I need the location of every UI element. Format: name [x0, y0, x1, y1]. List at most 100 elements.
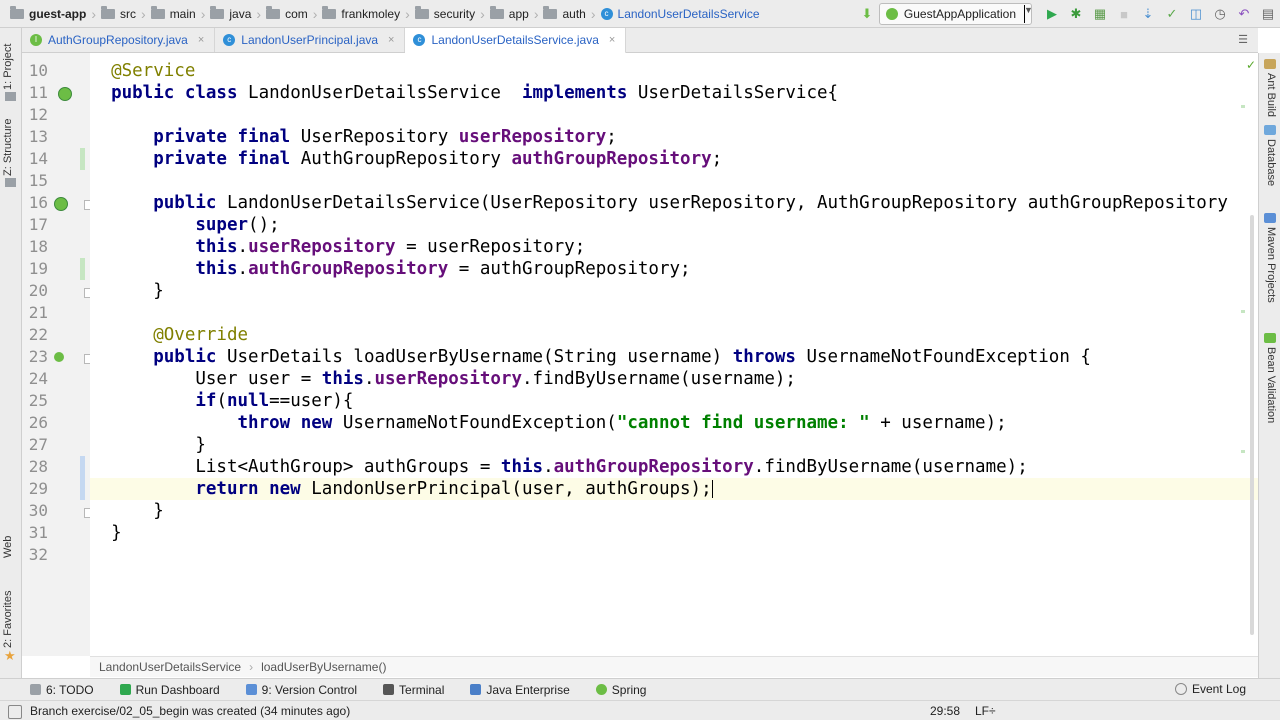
todo-tool-button[interactable]: 6: TODO — [30, 683, 94, 697]
run-dashboard-tool-button[interactable]: Run Dashboard — [119, 683, 220, 697]
editor-breadcrumb-method[interactable]: loadUserByUsername() — [261, 660, 386, 674]
code-line: if(null==user){ — [195, 391, 354, 411]
close-icon[interactable]: × — [609, 34, 615, 46]
bean-validation-icon — [1264, 333, 1276, 343]
bean-gutter-icon[interactable] — [54, 197, 68, 211]
change-marker[interactable] — [80, 456, 85, 500]
run-configuration-select[interactable]: GuestAppApplication ▼ — [878, 3, 1033, 25]
class-icon: c — [223, 34, 236, 46]
project-tool-button[interactable]: 1: Project — [2, 44, 14, 90]
change-marker[interactable] — [80, 148, 85, 170]
line-number: 23 — [28, 347, 48, 366]
code-line: } — [90, 281, 164, 301]
editor-breadcrumb-class[interactable]: LandonUserDetailsService — [99, 660, 241, 674]
favorites-tool-button[interactable]: 2: Favorites — [2, 591, 14, 648]
tool-windows-icon[interactable] — [8, 705, 22, 719]
close-icon[interactable]: × — [388, 34, 394, 46]
breadcrumb-java[interactable]: java — [206, 0, 255, 27]
bean-gutter-icon[interactable] — [58, 87, 72, 101]
line-number: 29 — [28, 479, 48, 498]
tab-landonuserdetailsservice[interactable]: c LandonUserDetailsService.java × — [405, 28, 627, 54]
editor-gutter: 10 11 12 13 14 15 16 17 18 19 20 21 22 2… — [22, 53, 94, 656]
close-icon[interactable]: × — [198, 34, 204, 46]
folder-icon — [101, 5, 116, 19]
folder-icon — [322, 5, 337, 19]
maven-projects-tool-button[interactable]: Maven Projects — [1265, 227, 1277, 303]
bean-validation-tool-button[interactable]: Bean Validation — [1265, 347, 1277, 423]
right-tool-strip: Ant Build Database Maven Projects Bean V… — [1258, 53, 1280, 678]
change-marker[interactable] — [80, 258, 85, 280]
line-number: 27 — [28, 435, 48, 454]
terminal-tool-button[interactable]: Terminal — [383, 683, 444, 697]
code-line: this.userRepository = userRepository; — [195, 237, 586, 257]
breadcrumb-com[interactable]: com — [262, 0, 312, 27]
breadcrumb-security[interactable]: security — [411, 0, 479, 27]
code-editor[interactable]: @Service public class LandonUserDetailsS… — [90, 53, 1258, 656]
ant-build-tool-button[interactable]: Ant Build — [1265, 73, 1277, 117]
java-enterprise-tool-button[interactable]: Java Enterprise — [470, 683, 570, 697]
vcs-commit-icon[interactable]: ✓ — [1163, 5, 1181, 23]
toolbar: ⬇ GuestAppApplication ▼ ▶ ✱ ▦ ■ ⇣ ✓ ◫ ◷ … — [855, 0, 1280, 28]
breadcrumb-app[interactable]: app — [486, 0, 533, 27]
build-icon[interactable]: ⬇ — [858, 5, 876, 23]
line-number: 17 — [28, 215, 48, 234]
change-stripe[interactable] — [1241, 105, 1245, 108]
code-line: return new LandonUserPrincipal(user, aut… — [90, 478, 1258, 500]
navigation-bar: guest-app › src › main › java › com › fr… — [0, 0, 1280, 28]
vcs-update-icon[interactable]: ⇣ — [1139, 5, 1157, 23]
breadcrumb-auth[interactable]: auth — [539, 0, 589, 27]
line-number: 31 — [28, 523, 48, 542]
code-line: } — [90, 523, 122, 543]
spring-tool-button[interactable]: Spring — [595, 683, 646, 697]
code-line: public LandonUserDetailsService(UserRepo… — [153, 193, 1228, 213]
project-structure-icon[interactable]: ▤ — [1259, 5, 1277, 23]
breadcrumb-main[interactable]: main — [147, 0, 200, 27]
line-number: 14 — [28, 149, 48, 168]
chevron-down-icon: ▼ — [1024, 5, 1033, 23]
vcs-history-icon[interactable]: ◷ — [1211, 5, 1229, 23]
breadcrumb-src[interactable]: src — [97, 0, 140, 27]
structure-tool-button[interactable]: Z: Structure — [2, 119, 14, 176]
tab-landonuserprincipal[interactable]: c LandonUserPrincipal.java × — [215, 28, 406, 52]
stop-icon[interactable]: ■ — [1115, 5, 1133, 23]
version-control-tool-button[interactable]: 9: Version Control — [245, 683, 357, 697]
line-number: 18 — [28, 237, 48, 256]
revert-icon[interactable]: ↶ — [1235, 5, 1253, 23]
code-line: } — [90, 435, 206, 455]
caret-position[interactable]: 29:58 — [930, 704, 960, 718]
folder-icon — [266, 5, 281, 19]
code-line: super(); — [195, 215, 280, 235]
breadcrumb-guest-app[interactable]: guest-app — [6, 0, 90, 27]
spring-icon — [595, 684, 607, 695]
change-stripe[interactable] — [1241, 450, 1245, 453]
maven-icon — [1264, 213, 1276, 223]
line-number: 11 — [28, 83, 48, 102]
tab-authgrouprepository[interactable]: I AuthGroupRepository.java × — [22, 28, 216, 52]
override-gutter-icon[interactable] — [54, 352, 64, 362]
chevron-right-icon: › — [256, 5, 262, 22]
breadcrumb-class[interactable]: c LandonUserDetailsService — [597, 0, 764, 27]
vertical-scrollbar[interactable] — [1250, 215, 1254, 635]
line-separator[interactable]: LF÷ — [975, 704, 996, 718]
code-line: private final AuthGroupRepository authGr… — [153, 149, 723, 169]
breadcrumb-frankmoley[interactable]: frankmoley — [318, 0, 404, 27]
run-icon[interactable]: ▶ — [1043, 5, 1061, 23]
code-line: @Service — [111, 61, 196, 81]
tab-list-icon[interactable]: ☰ — [1238, 33, 1248, 46]
vcs-compare-icon[interactable]: ◫ — [1187, 5, 1205, 23]
event-log-button[interactable]: Event Log — [1174, 682, 1246, 696]
debug-icon[interactable]: ✱ — [1067, 5, 1085, 23]
coverage-icon[interactable]: ▦ — [1091, 5, 1109, 23]
web-tool-button[interactable]: Web — [2, 536, 14, 558]
status-bar: Branch exercise/02_05_begin was created … — [0, 700, 1280, 720]
editor-tabs: I AuthGroupRepository.java × c LandonUse… — [22, 28, 1258, 54]
class-icon: c — [413, 34, 426, 46]
change-stripe[interactable] — [1241, 310, 1245, 313]
project-tool-icon — [5, 92, 16, 101]
database-tool-button[interactable]: Database — [1265, 139, 1277, 186]
chevron-right-icon: › — [405, 5, 410, 22]
code-line: throw new UsernameNotFoundException("can… — [237, 413, 1007, 433]
line-number: 12 — [28, 105, 48, 124]
